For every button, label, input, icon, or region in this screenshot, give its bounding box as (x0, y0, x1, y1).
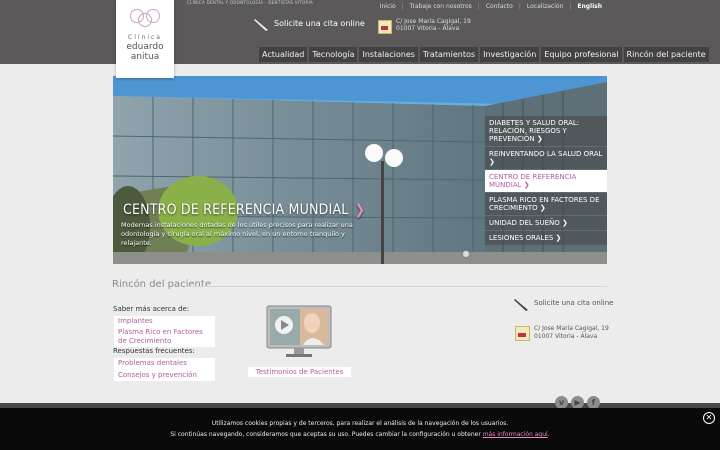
logo-line3: anitua (130, 52, 160, 62)
nav-actualidad[interactable]: Actualidad (259, 47, 308, 62)
nav-instalaciones[interactable]: Instalaciones (359, 47, 418, 62)
cita-online-link[interactable]: Solicite una cita online (274, 19, 365, 28)
pen-icon (514, 299, 528, 311)
slider-menu-item-plasma[interactable]: Plasma rico en factores de crecimiento ❯ (485, 193, 607, 215)
slider-menu-item-diabetes[interactable]: Diabetes y salud oral: relación, riesgos… (485, 116, 607, 146)
nav-tratamientos[interactable]: Tratamientos (419, 47, 479, 62)
video-monitor-icon[interactable] (266, 305, 332, 360)
tagline: CLÍNICA DENTAL Y ODONTOLOGÍA - DENTISTAS… (187, 0, 314, 5)
address-side: C/ Jose María Cagigal, 19 01007 Vitoria … (534, 325, 609, 341)
cookie-more-info-link[interactable]: más información aquí (483, 431, 548, 438)
nav-rincon[interactable]: Rincón del paciente (623, 47, 709, 62)
logo-line1: Clínica (128, 34, 162, 41)
address-side-line1: C/ Jose María Cagigal, 19 (534, 325, 609, 332)
top-nav-contacto[interactable]: Contacto (486, 3, 513, 10)
top-nav-inicio[interactable]: Inicio (380, 3, 396, 10)
nav-tecnologia[interactable]: Tecnología (309, 47, 358, 62)
address-line1: C/ Jose María Cagigal, 19 (396, 18, 471, 25)
address-icon (515, 326, 530, 341)
saber-heading: Saber más acerca de: (113, 305, 190, 313)
address-side-line2: 01007 Vitoria - Álava (534, 333, 598, 340)
link-plasma[interactable]: Plasma Rico en Factores de Crecimiento (114, 327, 215, 347)
link-consejos[interactable]: Consejos y prevención (114, 370, 215, 381)
slide-title[interactable]: CENTRO DE REFERENCIA MUNDIAL ❯ (123, 202, 365, 218)
cookie-text: Utilizamos cookies propias y de terceros… (211, 420, 509, 427)
cita-online-link-side[interactable]: Solicite una cita online (534, 299, 613, 307)
nav-investigacion[interactable]: Investigación (480, 47, 540, 62)
address: C/ Jose María Cagigal, 19 01007 Vitoria … (396, 18, 471, 32)
arrow-right-icon: ❯ (354, 202, 366, 218)
header: CLÍNICA DENTAL Y ODONTOLOGÍA - DENTISTAS… (0, 0, 720, 64)
cookie-text-2: Si continúas navegando, consideramos que… (170, 431, 550, 438)
section-title: Rincón del paciente (112, 279, 211, 290)
address-icon (378, 20, 392, 34)
slider-menu-item-lesiones[interactable]: Lesiones orales ❯ (485, 231, 607, 245)
slider-menu-item-centro[interactable]: Centro de referencia mundial ❯ (485, 170, 607, 192)
close-icon[interactable]: ✕ (703, 412, 715, 424)
cookie-banner: Utilizamos cookies propias y de terceros… (0, 408, 720, 450)
slider-dot[interactable] (462, 250, 470, 258)
logo-line2: eduardo (126, 42, 164, 52)
logo-rings-icon (116, 0, 174, 34)
nav-equipo[interactable]: Equipo profesional (541, 47, 622, 62)
slider-menu-item-sueno[interactable]: Unidad del sueño ❯ (485, 216, 607, 230)
slider-menu: Diabetes y salud oral: relación, riesgos… (485, 116, 607, 246)
clinic-logo[interactable]: Clínica eduardo anitua (116, 0, 174, 78)
respuestas-heading: Respuestas frecuentes: (113, 347, 195, 355)
testimonios-link[interactable]: Testimonios de Pacientes (248, 367, 351, 377)
main-nav: Actualidad Tecnología Instalaciones Trat… (259, 47, 709, 62)
slider-menu-item-reinventando[interactable]: Reinventando la salud oral ❯ (485, 147, 607, 169)
pen-icon (254, 19, 268, 31)
slide-text: Modernas instalaciones dotadas de los út… (121, 221, 353, 247)
top-nav-localizacion[interactable]: Localización (527, 3, 563, 10)
link-implantes[interactable]: Implantes (114, 316, 215, 327)
top-nav: Inicio | Trabaje con nosotros | Contacto | … (379, 3, 602, 10)
section-divider (185, 286, 607, 287)
address-line2: 01007 Vitoria - Álava (396, 25, 460, 32)
language-english[interactable]: English (577, 3, 602, 10)
top-nav-trabaje[interactable]: Trabaje con nosotros (410, 3, 472, 10)
